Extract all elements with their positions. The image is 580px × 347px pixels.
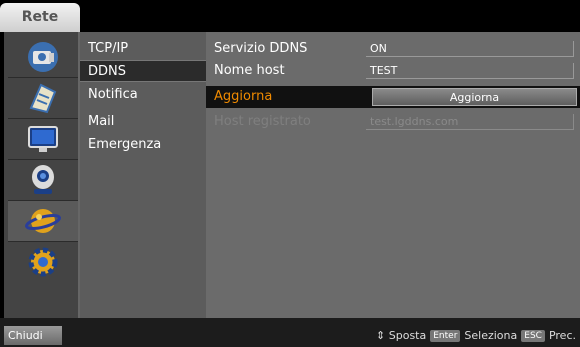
hostname-field[interactable]: TEST bbox=[366, 63, 574, 79]
top-bar: Rete bbox=[0, 0, 580, 32]
bottom-bar: Chiudi ⇕ Sposta Enter Seleziona ESC Prec… bbox=[0, 318, 580, 347]
document-icon[interactable] bbox=[8, 78, 78, 119]
hostname-row[interactable]: Nome host TEST bbox=[206, 60, 580, 82]
ddns-service-select[interactable]: ON bbox=[366, 41, 574, 57]
camera-icon[interactable] bbox=[8, 37, 78, 78]
hint-select: Seleziona bbox=[464, 329, 518, 342]
hostname-label: Nome host bbox=[214, 63, 285, 78]
update-row[interactable]: Aggiorna Aggiorna bbox=[206, 86, 580, 108]
page-title: Rete bbox=[0, 3, 80, 32]
hint-prev: Prec. bbox=[548, 329, 576, 342]
globe-icon[interactable] bbox=[8, 201, 78, 242]
hint-move: ⇕ Sposta bbox=[376, 329, 427, 342]
gear-icon[interactable] bbox=[8, 242, 78, 282]
close-button[interactable]: Chiudi bbox=[4, 326, 62, 345]
menu-item-tcpip[interactable]: TCP/IP bbox=[80, 38, 206, 60]
menu-item-notifica[interactable]: Notifica bbox=[80, 84, 206, 106]
monitor-icon[interactable] bbox=[8, 119, 78, 160]
registered-host-row: Host registrato test.lgddns.com bbox=[206, 111, 580, 133]
webcam-icon[interactable] bbox=[8, 160, 78, 201]
submenu: TCP/IP DDNS Notifica Mail Emergenza bbox=[80, 32, 206, 318]
ddns-service-label: Servizio DDNS bbox=[214, 41, 308, 56]
menu-item-ddns[interactable]: DDNS bbox=[80, 60, 206, 82]
esc-key-badge: ESC bbox=[521, 329, 545, 342]
update-button[interactable]: Aggiorna bbox=[372, 88, 577, 106]
registered-host-value: test.lgddns.com bbox=[366, 114, 574, 130]
category-icon-column bbox=[4, 32, 78, 318]
enter-key-badge: Enter bbox=[430, 329, 461, 342]
menu-item-mail[interactable]: Mail bbox=[80, 111, 206, 133]
menu-item-emergenza[interactable]: Emergenza bbox=[80, 134, 206, 156]
ddns-service-row[interactable]: Servizio DDNS ON bbox=[206, 38, 580, 60]
registered-host-label: Host registrato bbox=[214, 114, 311, 129]
key-hints: ⇕ Sposta Enter Seleziona ESC Prec. bbox=[376, 329, 576, 342]
settings-panel: Servizio DDNS ON Nome host TEST Aggiorna… bbox=[206, 32, 580, 318]
update-label: Aggiorna bbox=[214, 89, 273, 104]
